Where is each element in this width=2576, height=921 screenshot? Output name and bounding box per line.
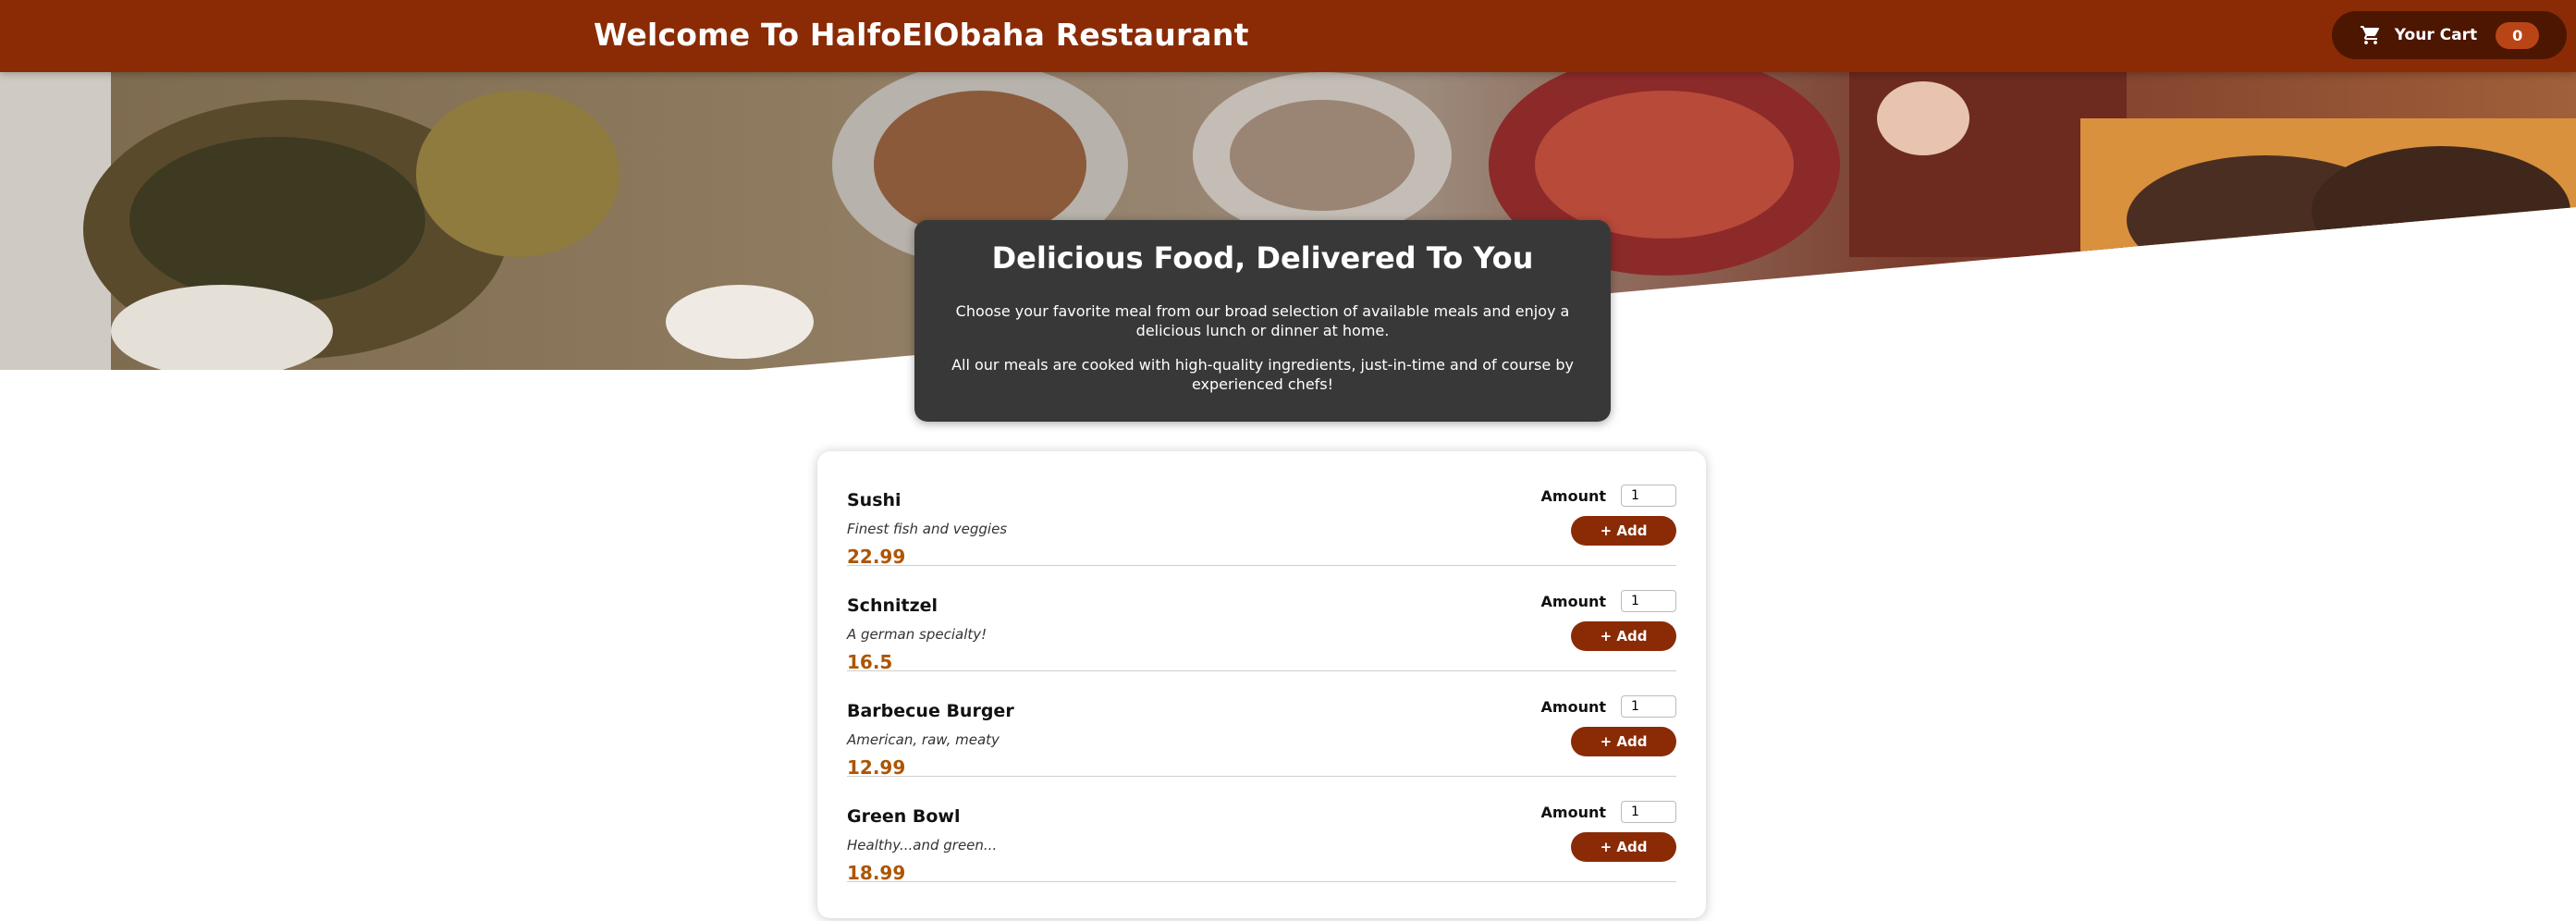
top-bar: Welcome To HalfoElObaha Restaurant Your … [0,0,2576,72]
cart-icon [2360,24,2382,46]
cart-label: Your Cart [2394,26,2478,44]
meal-item: Schnitzel A german specialty! 16.5 Amoun… [847,566,1676,673]
amount-label: Amount [1540,592,1606,610]
meal-description: Healthy...and green... [847,837,998,853]
meal-description: American, raw, meaty [847,731,1000,748]
amount-input[interactable] [1621,695,1676,718]
page-title: Welcome To HalfoElObaha Restaurant [594,17,1249,53]
meal-price: 22.99 [847,546,906,568]
amount-input[interactable] [1621,590,1676,612]
meal-name: Sushi [847,490,902,510]
amount-label: Amount [1540,803,1606,821]
meal-price: 18.99 [847,862,906,884]
meals-list: Sushi Finest fish and veggies 22.99 Amou… [817,451,1706,918]
amount-label: Amount [1540,697,1606,716]
add-to-cart-button[interactable]: + Add [1571,832,1676,862]
meal-item: Green Bowl Healthy...and green... 18.99 … [847,777,1676,884]
add-to-cart-button[interactable]: + Add [1571,727,1676,756]
meal-name: Green Bowl [847,806,961,827]
meal-price: 16.5 [847,651,893,673]
meal-description: A german specialty! [847,626,987,643]
summary-title: Delicious Food, Delivered To You [991,240,1534,276]
summary-paragraph-2: All our meals are cooked with high-quali… [951,356,1574,393]
cart-count-badge: 0 [2496,21,2540,49]
add-to-cart-button[interactable]: + Add [1571,516,1676,546]
meal-name: Barbecue Burger [847,701,1014,721]
meal-price: 12.99 [847,756,906,779]
meal-item: Barbecue Burger American, raw, meaty 12.… [847,671,1676,779]
add-to-cart-button[interactable]: + Add [1571,621,1676,651]
meal-item: Sushi Finest fish and veggies 22.99 Amou… [847,460,1676,568]
amount-input[interactable] [1621,801,1676,823]
meal-name: Schnitzel [847,596,938,616]
amount-input[interactable] [1621,485,1676,507]
amount-label: Amount [1540,486,1606,505]
cart-button[interactable]: Your Cart 0 [2332,11,2567,59]
summary-paragraph-1: Choose your favorite meal from our broad… [955,302,1570,339]
meal-description: Finest fish and veggies [847,521,1008,537]
summary-card: Delicious Food, Delivered To You Choose … [914,220,1611,422]
